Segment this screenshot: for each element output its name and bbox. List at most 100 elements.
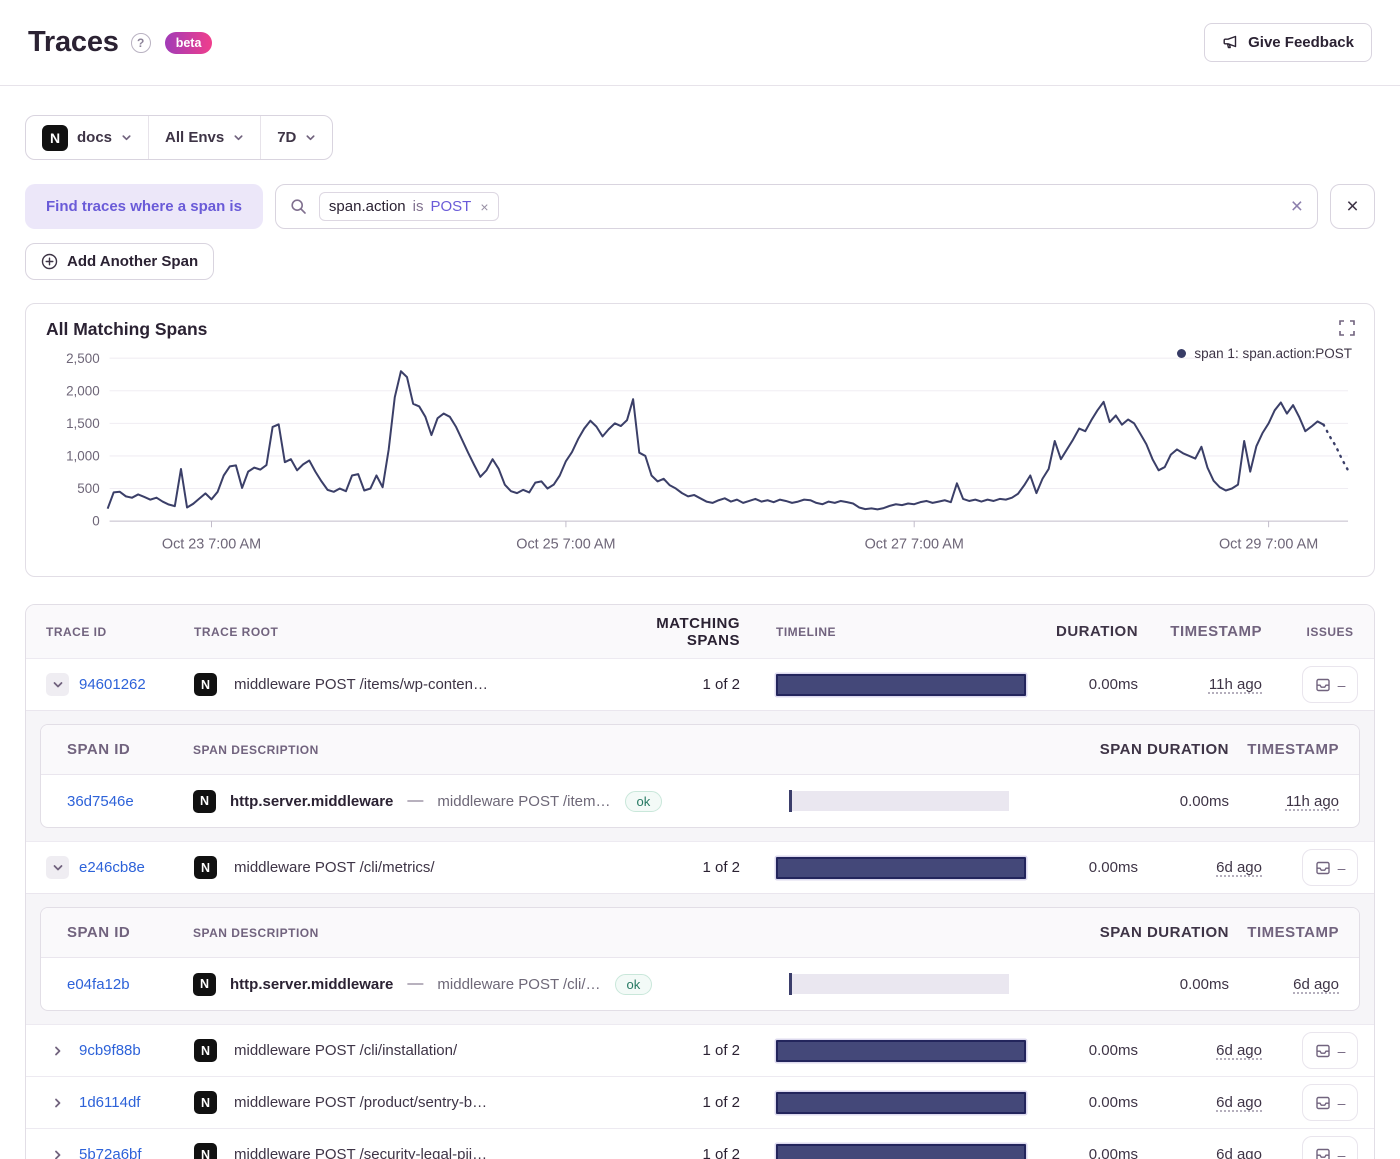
matching-spans-cell: 1 of 2 (636, 1146, 776, 1159)
issues-none-dash: – (1338, 1043, 1346, 1059)
col-span-description: SPAN DESCRIPTION (177, 926, 789, 940)
environment-filter-label: All Envs (165, 129, 224, 146)
page-title: Traces (28, 26, 119, 59)
span-search-row: Find traces where a span is span.action … (25, 184, 1375, 229)
fullscreen-icon[interactable] (1338, 319, 1356, 337)
span-id-link[interactable]: e04fa12b (67, 976, 130, 993)
trace-id-link[interactable]: 1d6114df (79, 1094, 140, 1111)
chevron-down-icon (52, 679, 64, 691)
trace-row: e246cb8eNmiddleware POST /cli/metrics/1 … (26, 841, 1374, 893)
span-duration-cell: 0.00ms (1039, 793, 1229, 810)
expand-trace-button[interactable] (46, 1143, 69, 1159)
expanded-spans-section: SPAN IDSPAN DESCRIPTIONSPAN DURATIONTIME… (26, 710, 1374, 841)
description-separator: — (407, 975, 423, 993)
add-another-span-button[interactable]: Add Another Span (25, 243, 214, 280)
trace-id-cell: e246cb8e (26, 856, 186, 879)
trace-id-link[interactable]: 9cb9f88b (79, 1042, 141, 1059)
issues-cell: – (1286, 666, 1374, 703)
duration-cell: 0.00ms (1056, 1146, 1166, 1159)
remove-span-filter-button[interactable]: × (1330, 184, 1375, 229)
token-value: POST (431, 198, 472, 215)
span-timeline-bar[interactable] (789, 973, 1009, 995)
trace-root-cell: Nmiddleware POST /security-legal-pii… (186, 1143, 636, 1159)
environment-filter[interactable]: All Envs (148, 116, 260, 159)
span-operation: http.server.middleware (230, 976, 393, 993)
description-separator: — (407, 792, 423, 810)
chevron-down-icon (52, 862, 64, 874)
help-icon[interactable]: ? (131, 33, 151, 53)
trace-id-link[interactable]: 5b72a6bf (79, 1146, 142, 1159)
timeline-cell (776, 1040, 1056, 1062)
timestamp-link[interactable]: 6d ago (1216, 1042, 1262, 1059)
page-filter-bar: N docs All Envs 7D (25, 115, 333, 160)
issues-cell: – (1286, 849, 1374, 886)
col-trace-id: TRACE ID (26, 625, 186, 639)
timestamp-link[interactable]: 6d ago (1216, 1094, 1262, 1111)
svg-text:2,000: 2,000 (66, 383, 100, 398)
search-clear-icon[interactable]: × (1291, 196, 1303, 217)
chevron-down-icon (305, 132, 316, 143)
trace-id-link[interactable]: e246cb8e (79, 859, 145, 876)
svg-text:Oct 27 7:00 AM: Oct 27 7:00 AM (865, 536, 964, 552)
collapse-trace-button[interactable] (46, 673, 69, 696)
timeline-bar[interactable] (776, 1092, 1026, 1114)
issues-inbox-icon (1315, 1095, 1331, 1111)
span-timestamp-cell: 6d ago (1229, 976, 1359, 993)
trace-row: 1d6114dfNmiddleware POST /product/sentry… (26, 1076, 1374, 1128)
nextjs-logo-icon: N (194, 1039, 217, 1062)
timestamp-link[interactable]: 6d ago (1216, 1146, 1262, 1159)
trace-root-text: middleware POST /cli/metrics/ (234, 859, 435, 876)
trace-id-link[interactable]: 94601262 (79, 676, 146, 693)
span-duration-cell: 0.00ms (1039, 976, 1229, 993)
timeline-bar[interactable] (776, 1040, 1026, 1062)
nextjs-logo-icon: N (194, 1143, 217, 1159)
search-filter-token[interactable]: span.action is POST × (319, 192, 499, 221)
add-another-span-label: Add Another Span (67, 253, 198, 270)
issues-button[interactable]: – (1302, 1084, 1358, 1121)
span-timestamp-link[interactable]: 11h ago (1286, 793, 1339, 810)
span-search-input[interactable]: span.action is POST × × (275, 184, 1318, 229)
all-matching-spans-panel: All Matching Spans span 1: span.action:P… (25, 303, 1375, 577)
project-filter[interactable]: N docs (26, 116, 148, 159)
span-timestamp-link[interactable]: 6d ago (1293, 976, 1339, 993)
span-description-text: middleware POST /cli/… (437, 976, 600, 993)
timeline-bar[interactable] (776, 857, 1026, 879)
spans-line-chart[interactable]: 05001,0001,5002,0002,500Oct 23 7:00 AMOc… (46, 348, 1354, 570)
svg-text:Oct 25 7:00 AM: Oct 25 7:00 AM (516, 536, 615, 552)
issues-button[interactable]: – (1302, 1136, 1358, 1159)
expand-trace-button[interactable] (46, 1091, 69, 1114)
timeline-cell (776, 857, 1056, 879)
timeline-bar[interactable] (776, 1144, 1026, 1159)
col-matching-spans: MATCHING SPANS (636, 615, 776, 649)
timeline-cell (776, 1092, 1056, 1114)
span-description-cell: Nhttp.server.middleware—middleware POST … (177, 790, 789, 813)
give-feedback-button[interactable]: Give Feedback (1204, 23, 1372, 62)
timeline-bar[interactable] (776, 674, 1026, 696)
date-range-filter[interactable]: 7D (260, 116, 332, 159)
token-remove-icon[interactable]: × (480, 199, 488, 215)
span-operation: http.server.middleware (230, 793, 393, 810)
issues-button[interactable]: – (1302, 1032, 1358, 1069)
span-timeline-cell (789, 973, 1039, 995)
timestamp-cell: 6d ago (1166, 1146, 1286, 1159)
col-span-id: SPAN ID (41, 924, 177, 941)
span-description-cell: Nhttp.server.middleware—middleware POST … (177, 973, 789, 996)
span-id-cell: 36d7546e (41, 793, 177, 810)
span-timeline-track (792, 791, 1010, 811)
timestamp-link[interactable]: 11h ago (1209, 676, 1262, 693)
svg-text:Oct 23 7:00 AM: Oct 23 7:00 AM (162, 536, 261, 552)
timestamp-link[interactable]: 6d ago (1216, 859, 1262, 876)
trace-id-cell: 1d6114df (26, 1091, 186, 1114)
traces-table-body: 94601262Nmiddleware POST /items/wp-conte… (26, 658, 1374, 1159)
issues-inbox-icon (1315, 860, 1331, 876)
expand-trace-button[interactable] (46, 1039, 69, 1062)
timestamp-cell: 6d ago (1166, 859, 1286, 876)
span-timeline-bar[interactable] (789, 790, 1009, 812)
issues-button[interactable]: – (1302, 849, 1358, 886)
token-key: span.action (329, 198, 406, 215)
issues-cell: – (1286, 1032, 1374, 1069)
span-id-link[interactable]: 36d7546e (67, 793, 134, 810)
collapse-trace-button[interactable] (46, 856, 69, 879)
main-content: N docs All Envs 7D Find traces where a s… (0, 86, 1400, 1159)
issues-button[interactable]: – (1302, 666, 1358, 703)
